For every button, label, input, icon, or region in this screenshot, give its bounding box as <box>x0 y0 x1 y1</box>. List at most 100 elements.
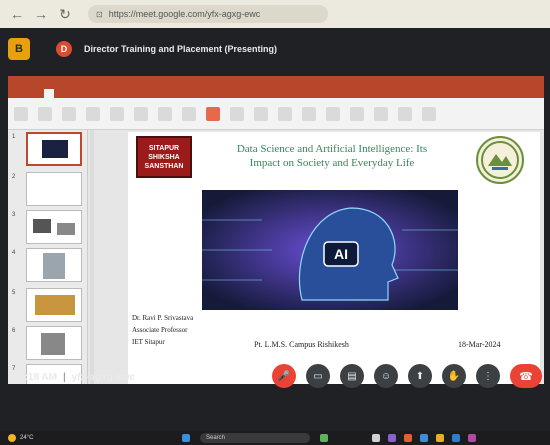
raise-hand-button[interactable]: ✋ <box>442 364 466 388</box>
captions-button[interactable]: ▤ <box>340 364 364 388</box>
ribbon-icon <box>230 106 244 121</box>
ppt-tab <box>54 89 64 98</box>
site-info-icon[interactable]: ⊡ <box>96 10 103 19</box>
camera-button[interactable]: ▭ <box>306 364 330 388</box>
slide-thumbnail[interactable] <box>26 248 82 282</box>
slide-thumbnail[interactable] <box>26 172 82 206</box>
phone-hangup-icon: ☎ <box>519 370 533 383</box>
ribbon-icon <box>86 106 100 121</box>
url-text: https://meet.google.com/yfx-agxg-ewc <box>108 9 261 19</box>
mic-off-icon: 🎤 <box>277 370 291 382</box>
hand-icon: ✋ <box>447 370 461 382</box>
mic-off-button[interactable]: 🎤 <box>272 364 296 388</box>
start-icon[interactable] <box>182 434 190 442</box>
ppt-tab <box>34 89 44 98</box>
ppt-title-bar <box>8 76 544 88</box>
weather-widget[interactable]: 24°C <box>8 434 33 442</box>
university-emblem <box>476 136 524 184</box>
logo-line: SHIKSHA <box>148 153 180 161</box>
ribbon-icon <box>374 106 388 121</box>
ppt-tab <box>14 89 24 98</box>
date-text: 18-Mar-2024 <box>458 340 501 349</box>
ribbon-icon <box>206 106 220 121</box>
clock-time: 11:18 AM <box>14 372 57 383</box>
meet-window: B D Director Training and Placement (Pre… <box>0 28 550 431</box>
ribbon-icon <box>110 106 124 121</box>
campus-text: Pt. L.M.S. Campus Rishikesh <box>254 340 349 349</box>
presenter-name-text: Dr. Ravi P. Srivastava <box>132 314 194 322</box>
app-icon[interactable] <box>320 434 328 442</box>
app-icon[interactable] <box>372 434 380 442</box>
ribbon-icon <box>158 106 172 121</box>
ribbon-icon <box>278 106 292 121</box>
ppt-tab-active <box>44 89 54 98</box>
forward-icon[interactable]: → <box>32 5 50 23</box>
back-icon[interactable]: ← <box>8 5 26 23</box>
ribbon-icon <box>134 106 148 121</box>
slide-thumbnail[interactable] <box>26 210 82 244</box>
slide-thumbnail[interactable] <box>26 288 82 322</box>
taskbar-search[interactable]: Search <box>200 433 310 443</box>
folder-icon[interactable] <box>436 434 444 442</box>
reload-icon[interactable]: ↻ <box>56 5 74 23</box>
separator: | <box>62 372 66 383</box>
logo-line: SANSTHAN <box>144 162 184 170</box>
meeting-info: 11:18 AM | yfx-agxg-ewc <box>14 372 135 383</box>
slide-title: Data Science and Artificial Intelligence… <box>202 142 462 170</box>
slide-thumbnail[interactable] <box>26 132 82 166</box>
ppt-ribbon-tabs <box>8 88 544 98</box>
thumbnail-scrollbar[interactable] <box>90 130 94 384</box>
presenter-org-text: IET Sitapur <box>132 338 165 346</box>
ribbon-icon <box>14 106 28 121</box>
sun-icon <box>8 434 16 442</box>
shared-screen: 1 2 3 4 5 6 7 SITAPUR SHIKSHA SANSTHAN D… <box>8 76 544 384</box>
end-call-button[interactable]: ☎ <box>510 364 542 388</box>
presenting-badge: B <box>8 38 30 60</box>
present-icon: ⬆ <box>415 370 425 382</box>
presenter-label: Director Training and Placement (Present… <box>84 44 278 54</box>
slide-thumbnails: 1 2 3 4 5 6 7 <box>8 130 88 384</box>
thumbnail-number: 4 <box>12 250 16 256</box>
thumbnail-number: 5 <box>12 290 16 296</box>
screen: ← → ↻ ⊡ https://meet.google.com/yfx-agxg… <box>0 0 550 445</box>
meeting-code: yfx-agxg-ewc <box>71 372 135 383</box>
emoji-icon: ☺ <box>380 370 392 382</box>
more-options-button[interactable]: ⋮ <box>476 364 500 388</box>
ppt-ribbon <box>8 98 544 130</box>
thumbnail-number: 1 <box>12 134 16 140</box>
ribbon-icon <box>326 106 340 121</box>
address-bar[interactable]: ⊡ https://meet.google.com/yfx-agxg-ewc <box>88 5 328 23</box>
slide-title-line-1: Data Science and Artificial Intelligence… <box>236 143 428 155</box>
presenter-avatar: D <box>56 41 72 57</box>
os-taskbar: 24°C Search <box>0 431 550 445</box>
app-icon[interactable] <box>404 434 412 442</box>
ribbon-icon <box>422 106 436 121</box>
app-icon[interactable] <box>388 434 396 442</box>
ribbon-icon <box>398 106 412 121</box>
thumbnail-number: 6 <box>12 328 16 334</box>
thumbnail-number: 3 <box>12 212 16 218</box>
camera-icon: ▭ <box>313 370 323 382</box>
ribbon-icon <box>38 106 52 121</box>
ribbon-icon <box>62 106 76 121</box>
ppt-tab <box>24 89 34 98</box>
ppt-workspace: 1 2 3 4 5 6 7 SITAPUR SHIKSHA SANSTHAN D… <box>8 130 544 384</box>
ai-label: AI <box>334 246 348 262</box>
ai-head-image: AI <box>202 190 458 310</box>
ppt-tab <box>74 89 84 98</box>
ribbon-icon <box>350 106 364 121</box>
institute-logo: SITAPUR SHIKSHA SANSTHAN <box>136 136 192 178</box>
app-icon[interactable] <box>468 434 476 442</box>
present-button[interactable]: ⬆ <box>408 364 432 388</box>
presenter-title-text: Associate Professor <box>132 326 188 334</box>
slide-thumbnail[interactable] <box>26 326 82 360</box>
ribbon-icon <box>182 106 196 121</box>
thumbnail-number: 2 <box>12 174 16 180</box>
app-icon[interactable] <box>452 434 460 442</box>
temperature: 24°C <box>20 435 34 441</box>
more-vert-icon: ⋮ <box>483 370 493 382</box>
app-icon[interactable] <box>420 434 428 442</box>
presenter-info: Dr. Ravi P. Srivastava Associate Profess… <box>132 312 193 348</box>
logo-line: SITAPUR <box>148 144 180 152</box>
emoji-button[interactable]: ☺ <box>374 364 398 388</box>
